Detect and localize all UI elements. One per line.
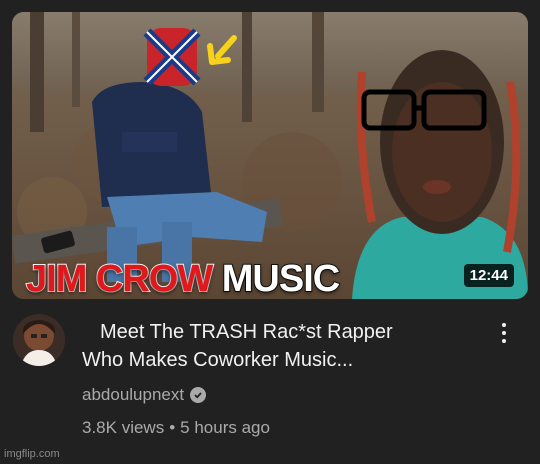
more-vert-icon[interactable]: [494, 318, 514, 348]
caption-jim-crow: JIM CROW: [25, 258, 214, 299]
thumbnail-image: [12, 12, 528, 299]
meta-separator: •: [169, 418, 176, 437]
caption-music: MUSIC: [221, 258, 341, 299]
imgflip-watermark: imgflip.com: [4, 448, 60, 460]
video-title[interactable]: Meet The TRASH Rac*st Rapper Who Makes C…: [82, 318, 462, 374]
channel-name-row[interactable]: abdoulupnext: [82, 385, 207, 405]
thumbnail-caption: JIM CROW MUSIC: [25, 258, 341, 299]
video-meta: 3.8K views • 5 hours ago: [82, 418, 270, 438]
video-title-line1: Meet The TRASH Rac*st Rapper: [100, 321, 393, 343]
video-title-line2: Who Makes Coworker Music...: [82, 349, 354, 371]
avatar-image: [13, 314, 65, 366]
duration-badge: 12:44: [463, 264, 514, 287]
channel-name[interactable]: abdoulupnext: [82, 385, 184, 405]
view-count: 3.8K views: [82, 418, 165, 437]
upload-age: 5 hours ago: [180, 418, 270, 437]
video-thumbnail[interactable]: JIM CROW MUSIC 12:44: [12, 12, 528, 299]
channel-avatar[interactable]: [13, 314, 65, 366]
check-circle-icon: [190, 387, 207, 403]
